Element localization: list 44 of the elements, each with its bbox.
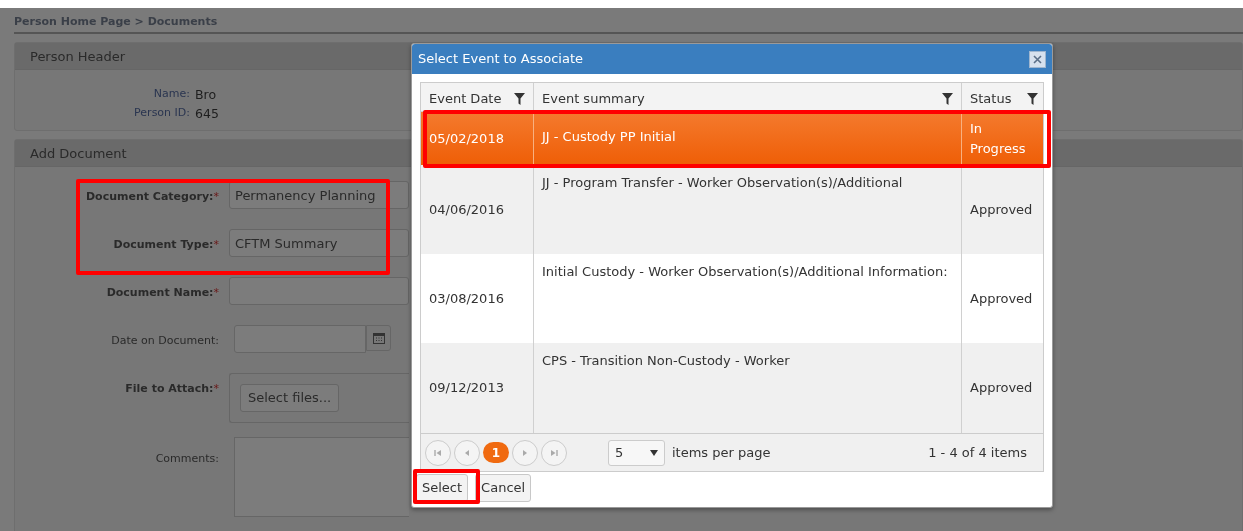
required-mark: * [213, 382, 219, 395]
select-field[interactable]: Permanency Planning [229, 181, 409, 209]
next-page-icon[interactable] [512, 439, 538, 466]
field-label: Name: [152, 86, 190, 102]
column-header[interactable]: Event summary [542, 89, 645, 109]
calendar-icon[interactable] [366, 325, 391, 351]
field-label: Person ID: [133, 104, 190, 121]
filter-icon[interactable] [514, 92, 525, 105]
previous-page-icon[interactable] [454, 439, 480, 466]
pager-summary: 1 - 4 of 4 items [928, 443, 1027, 462]
table-row[interactable]: 09/12/2013 CPS - Transition Non-Custody - Worker Approved [421, 343, 1043, 433]
required-mark: * [213, 238, 219, 251]
field-label: Document Type: [113, 238, 214, 251]
table-cell-text: Approved [969, 200, 1034, 219]
field-value: 645 [195, 104, 219, 123]
close-icon[interactable] [1029, 50, 1046, 68]
input-field[interactable] [229, 277, 409, 305]
dropdown-icon [650, 449, 658, 456]
dialog-title: Select Event to Associate [418, 50, 583, 69]
column-header[interactable]: Event Date [429, 89, 502, 109]
field-label: Comments: [155, 452, 219, 465]
table-row[interactable]: 04/06/2016 JJ - Program Transfer - Worker Observation(s)/Additional Approved [421, 165, 1043, 254]
filter-icon[interactable] [942, 92, 953, 105]
first-page-icon[interactable] [425, 439, 451, 466]
field-value: Bro [195, 86, 217, 104]
field-label: Date on Document: [111, 334, 219, 347]
required-mark: * [213, 190, 219, 203]
field-label: File to Attach: [125, 382, 214, 395]
annotation-frame [413, 469, 480, 504]
select-field[interactable]: CFTM Summary [229, 229, 409, 257]
column-header[interactable]: Status [970, 89, 1012, 109]
breadcrumb: Person Home Page > Documents [14, 13, 218, 30]
page-size-select[interactable]: 5 [608, 439, 665, 466]
required-mark: * [213, 286, 219, 299]
table-cell-text: Approved [969, 289, 1034, 308]
table-cell-text: Approved [969, 379, 1034, 398]
last-page-icon[interactable] [541, 439, 567, 466]
cancel-button[interactable]: Cancel [475, 474, 532, 502]
field-label: Document Name: [106, 286, 214, 299]
comments-field[interactable] [234, 437, 409, 517]
select-files-button[interactable]: Select files... [240, 384, 340, 412]
field-label: Document Category: [85, 190, 214, 203]
page-size-label: items per page [672, 443, 771, 462]
filter-icon[interactable] [1027, 92, 1038, 105]
